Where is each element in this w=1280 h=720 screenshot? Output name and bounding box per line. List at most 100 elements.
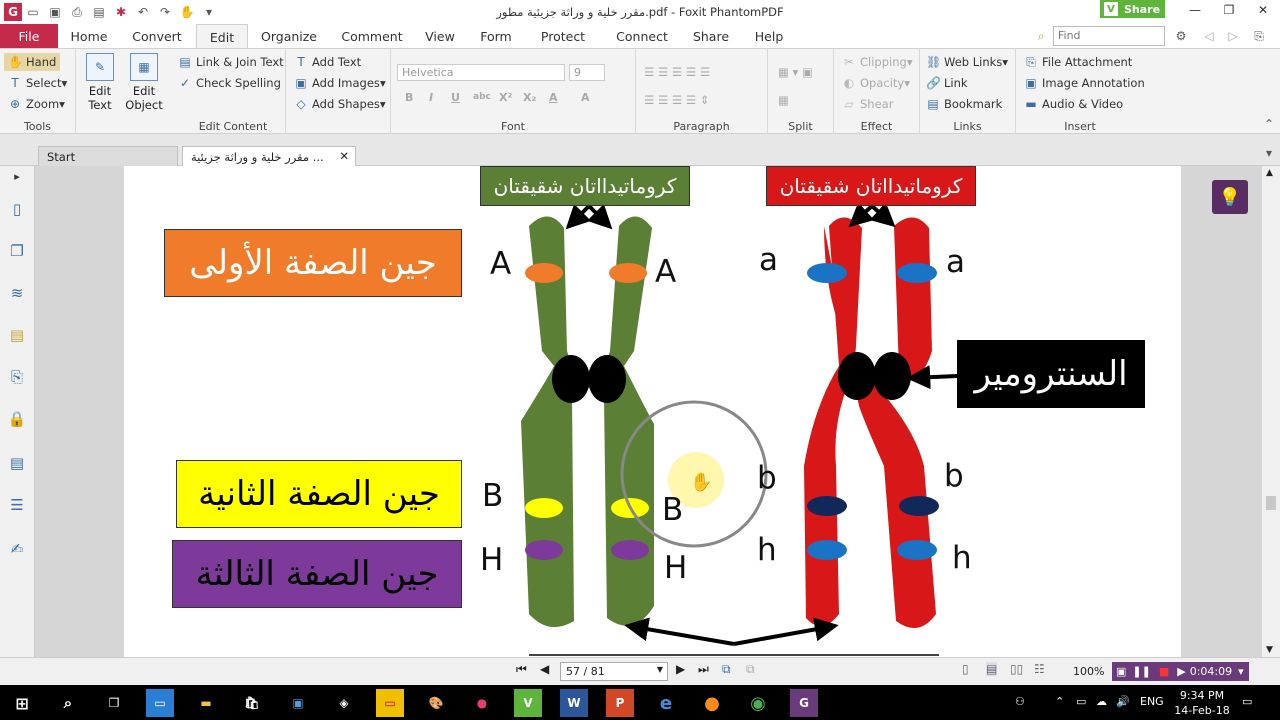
- photos-app-icon[interactable]: ▣: [284, 689, 312, 717]
- highlight-color-button[interactable]: A: [581, 91, 590, 104]
- edit-object-button[interactable]: ▦ Edit Object: [122, 53, 166, 112]
- merge-icon[interactable]: ▦: [778, 91, 789, 109]
- find-folder-icon[interactable]: ⌕: [1030, 25, 1052, 47]
- people-icon[interactable]: ⚇: [1015, 695, 1025, 708]
- close-window-button[interactable]: ✕: [1246, 0, 1280, 20]
- check-spelling-button[interactable]: ✓ Check Spelling: [178, 74, 281, 92]
- continuous-page-icon[interactable]: ▤: [986, 662, 998, 676]
- tray-chevron-icon[interactable]: ⌃: [1055, 695, 1064, 708]
- strikethrough-button[interactable]: abc: [473, 92, 491, 102]
- bullet-list-icon[interactable]: ☰ ☰ ☰ ☰ ☰: [644, 63, 710, 81]
- add-images-button[interactable]: ▣ Add Images ▾: [294, 74, 385, 92]
- recording-widget[interactable]: ▣ ❚❚ ■ ▶ 0:04:09 ▾: [1112, 662, 1249, 681]
- last-page-icon[interactable]: ⏭: [698, 662, 709, 677]
- task-view-icon[interactable]: ❐: [100, 689, 128, 717]
- foxit-taskbar-icon[interactable]: G: [790, 689, 818, 717]
- tab-home[interactable]: Home: [62, 24, 116, 48]
- tab-organize[interactable]: Organize: [258, 24, 320, 48]
- language-indicator[interactable]: ENG: [1140, 695, 1164, 708]
- link-button[interactable]: 🔗 Link: [926, 74, 968, 92]
- audio-video-button[interactable]: ▬ Audio & Video: [1024, 95, 1123, 113]
- fields-icon[interactable]: ☰: [7, 496, 27, 516]
- store-app-icon[interactable]: ▭: [146, 689, 174, 717]
- font-size-select[interactable]: 9: [569, 64, 605, 81]
- tab-edit[interactable]: Edit: [196, 24, 248, 49]
- share-button[interactable]: V Share: [1100, 0, 1165, 18]
- hand-tool[interactable]: ✋ Hand: [4, 53, 61, 71]
- continuous-facing-icon[interactable]: ☷: [1034, 662, 1045, 676]
- firefox-icon[interactable]: ●: [698, 689, 726, 717]
- tab-connect[interactable]: Connect: [614, 24, 670, 48]
- system-clock[interactable]: 9:34 PM 14-Feb-18: [1172, 688, 1232, 718]
- page-thumbnail-icon[interactable]: ▯: [7, 200, 27, 220]
- image-annotation-button[interactable]: ▣ Image Annotation: [1024, 74, 1144, 92]
- link-join-text-button[interactable]: ▤ Link & Join Text: [178, 53, 283, 71]
- bookmark-button[interactable]: ▤ Bookmark: [926, 95, 1002, 113]
- word-icon[interactable]: W: [560, 689, 588, 717]
- line-spacing-icon[interactable]: ☰ ☰ ☰ ☰ ⇕: [644, 91, 710, 109]
- next-page-icon[interactable]: ▶: [676, 662, 685, 676]
- tab-convert[interactable]: Convert: [126, 24, 188, 48]
- first-page-icon[interactable]: ⏮: [516, 662, 527, 677]
- settings-icon[interactable]: ⚙: [1170, 25, 1192, 47]
- windows-store-icon[interactable]: 🛍: [238, 689, 266, 717]
- presentation-app-icon[interactable]: ▭: [376, 689, 404, 717]
- file-explorer-icon[interactable]: ▬: [192, 689, 220, 717]
- tab-comment[interactable]: Comment: [340, 24, 404, 48]
- find-input[interactable]: Find: [1053, 26, 1165, 46]
- font-family-select[interactable]: Helvetica: [397, 64, 565, 81]
- stop-icon[interactable]: ■: [1159, 665, 1169, 678]
- zoom-level[interactable]: 100%: [1073, 665, 1104, 678]
- document-viewer[interactable]: ✋ كروماتيدااتان شقيقتان كروماتيدااتان شق…: [35, 166, 1262, 657]
- security-lock-icon[interactable]: 🔒: [7, 410, 27, 430]
- vertical-scrollbar[interactable]: ▲ ▼: [1262, 166, 1280, 657]
- next-result-icon[interactable]: ▷: [1222, 25, 1244, 47]
- tab-document[interactable]: مقرر خلية و وراثة جزيئية ... ✕: [182, 146, 356, 167]
- scroll-down-icon[interactable]: ▼: [1266, 645, 1273, 655]
- navigation-app-icon[interactable]: ◈: [330, 689, 358, 717]
- bold-button[interactable]: B: [405, 91, 413, 104]
- restore-button[interactable]: ❐: [1212, 0, 1246, 20]
- powerpoint-icon[interactable]: P: [606, 689, 634, 717]
- cloud-icon[interactable]: ☁: [1096, 695, 1107, 708]
- edit-text-button[interactable]: ✎ Edit Text: [82, 53, 118, 112]
- comments-icon[interactable]: ▤: [7, 326, 27, 346]
- page-number-field[interactable]: 57 / 81 ▼: [560, 662, 668, 681]
- collapse-ribbon-icon[interactable]: ⌃: [1258, 113, 1280, 135]
- paint-app-icon[interactable]: 🎨: [422, 689, 450, 717]
- pages-icon[interactable]: ❐: [7, 242, 27, 262]
- scroll-thumb[interactable]: [1266, 496, 1276, 510]
- file-menu[interactable]: File: [0, 24, 58, 48]
- signature-icon[interactable]: ✍: [7, 540, 27, 560]
- close-tab-icon[interactable]: ✕: [339, 149, 349, 163]
- prev-page-icon[interactable]: ◀: [540, 662, 549, 676]
- maps-app-icon[interactable]: ●: [468, 689, 496, 717]
- tab-view[interactable]: View: [420, 24, 460, 48]
- volume-icon[interactable]: 🔊: [1116, 695, 1130, 708]
- minimize-button[interactable]: —: [1178, 0, 1212, 20]
- subscript-button[interactable]: X₂: [523, 91, 536, 104]
- pause-icon[interactable]: ❚❚: [1132, 665, 1150, 678]
- web-links-button[interactable]: ⛓ Web Links ▾: [926, 53, 1008, 71]
- document-search-icon[interactable]: ▤: [7, 454, 27, 474]
- add-text-button[interactable]: T Add Text: [294, 53, 361, 71]
- lightbulb-icon[interactable]: 💡: [1212, 180, 1248, 214]
- superscript-button[interactable]: X²: [499, 91, 512, 104]
- split-icon[interactable]: ▦ ▾ ▣: [778, 63, 813, 81]
- tab-form[interactable]: Form: [476, 24, 516, 48]
- layers-icon[interactable]: ≋: [7, 284, 27, 304]
- zoom-tool[interactable]: ⊕ Zoom ▾: [8, 95, 65, 113]
- add-shapes-button[interactable]: ◇ Add Shapes ▾: [294, 95, 385, 113]
- play-icon[interactable]: ▶: [1177, 665, 1185, 678]
- search-icon[interactable]: ⌕: [54, 689, 82, 717]
- notifications-icon[interactable]: ▭: [1242, 695, 1252, 708]
- windows-start-icon[interactable]: ⊞: [8, 689, 36, 717]
- tab-protect[interactable]: Protect: [536, 24, 590, 48]
- italic-button[interactable]: I: [429, 91, 433, 104]
- prev-result-icon[interactable]: ◁: [1198, 25, 1220, 47]
- facing-page-icon[interactable]: ▯▯: [1010, 662, 1023, 676]
- tab-help[interactable]: Help: [752, 24, 786, 48]
- previous-view-icon[interactable]: ⧉: [722, 662, 731, 677]
- expand-icon[interactable]: ⎘: [1248, 25, 1270, 47]
- battery-icon[interactable]: ▭: [1076, 695, 1086, 708]
